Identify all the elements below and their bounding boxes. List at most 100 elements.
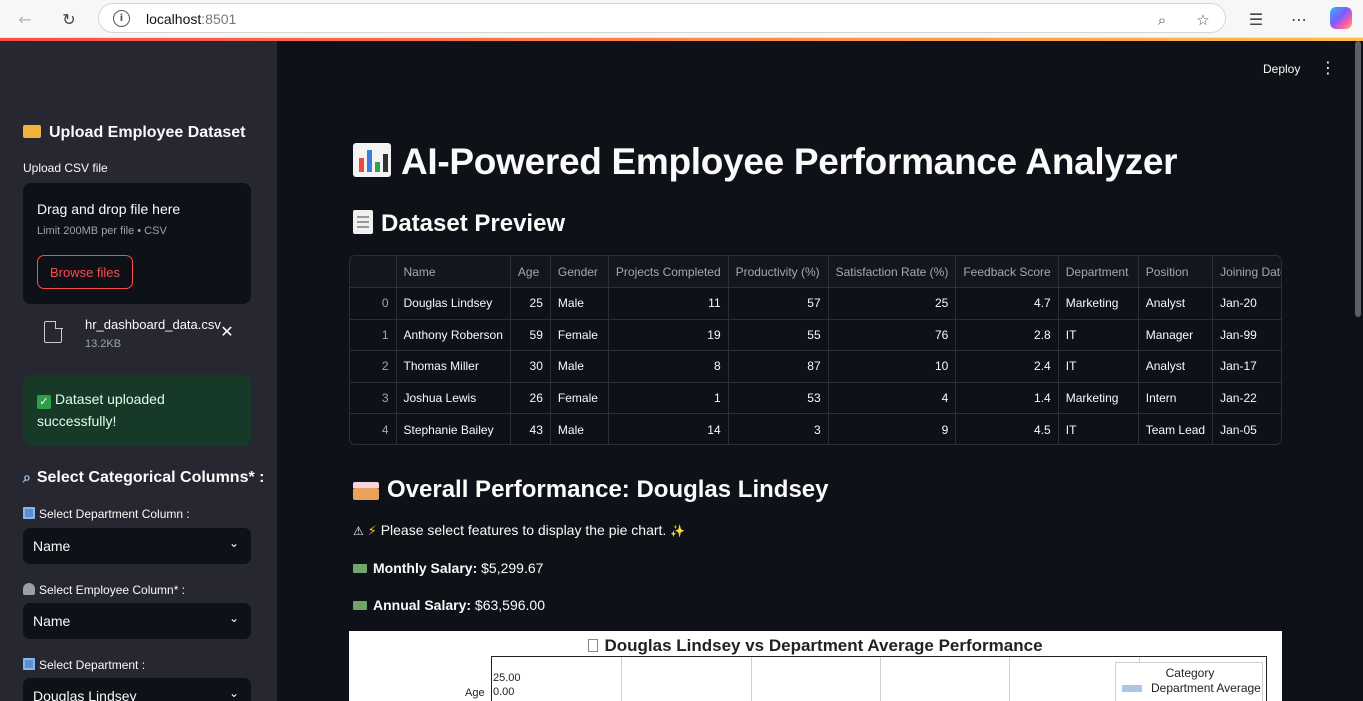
- column-header[interactable]: Position: [1138, 256, 1214, 288]
- favorite-star-icon[interactable]: ☆: [1193, 10, 1213, 30]
- table-cell[interactable]: 2.4: [955, 350, 1059, 383]
- grid-line: [621, 657, 623, 701]
- more-menu-icon[interactable]: ⋯: [1286, 6, 1312, 32]
- dataset-table[interactable]: Name Age Gender Projects Completed Productiv…: [349, 255, 1282, 445]
- table-cell[interactable]: 59: [510, 319, 551, 351]
- table-cell[interactable]: 87: [728, 350, 829, 383]
- table-cell[interactable]: Jan-22: [1212, 382, 1281, 414]
- table-cell[interactable]: Analyst: [1138, 350, 1214, 383]
- table-cell[interactable]: 9: [828, 413, 957, 444]
- column-header[interactable]: Satisfaction Rate (%): [828, 256, 957, 288]
- main-menu-icon[interactable]: ⋮: [1320, 60, 1336, 76]
- address-bar[interactable]: i localhost:8501 ⌕ ☆: [98, 3, 1226, 33]
- table-cell[interactable]: 11: [608, 287, 729, 320]
- department-select[interactable]: Douglas Lindsey ⌄: [23, 678, 251, 701]
- back-arrow-icon[interactable]: ←: [12, 6, 38, 32]
- column-header[interactable]: Joining Date: [1212, 256, 1281, 288]
- table-cell[interactable]: Jan-20: [1212, 287, 1281, 320]
- table-cell[interactable]: 53: [728, 382, 829, 414]
- table-cell[interactable]: 4.5: [955, 413, 1059, 444]
- favorites-list-icon[interactable]: ☰: [1243, 6, 1269, 32]
- column-header[interactable]: Name: [396, 256, 511, 288]
- table-cell[interactable]: Marketing: [1058, 287, 1139, 320]
- table-cell[interactable]: 43: [510, 413, 551, 444]
- column-header[interactable]: Feedback Score: [955, 256, 1059, 288]
- table-cell[interactable]: Male: [550, 413, 609, 444]
- table-row[interactable]: 1 Anthony Roberson 59 Female 19 55 76 2.8 IT Mana…: [350, 319, 1281, 351]
- zoom-icon[interactable]: ⌕: [1152, 10, 1172, 30]
- table-cell[interactable]: Female: [550, 382, 609, 414]
- table-cell[interactable]: Jan-05: [1212, 413, 1281, 444]
- department-column-select[interactable]: Name ⌄: [23, 528, 251, 564]
- table-cell[interactable]: 76: [828, 319, 957, 351]
- table-cell[interactable]: 25: [828, 287, 957, 320]
- table-cell[interactable]: 26: [510, 382, 551, 414]
- bar-chart-icon: [353, 143, 391, 177]
- table-cell[interactable]: 14: [608, 413, 729, 444]
- table-cell[interactable]: 19: [608, 319, 729, 351]
- table-cell[interactable]: Analyst: [1138, 287, 1214, 320]
- upload-label: Upload CSV file: [23, 161, 108, 175]
- table-row[interactable]: 3 Joshua Lewis 26 Female 1 53 4 1.4 Marketing Int…: [350, 382, 1281, 414]
- table-row[interactable]: 0 Douglas Lindsey 25 Male 11 57 25 4.7 Marketing…: [350, 287, 1281, 320]
- table-cell[interactable]: Marketing: [1058, 382, 1139, 414]
- table-cell[interactable]: 2.8: [955, 319, 1059, 351]
- file-size: 13.2KB: [85, 338, 122, 350]
- table-cell[interactable]: 3: [728, 413, 829, 444]
- x-tick-label: 0.00: [493, 686, 515, 698]
- row-index[interactable]: 2: [350, 350, 397, 383]
- table-cell[interactable]: Anthony Roberson: [396, 319, 511, 351]
- index-header[interactable]: [350, 256, 397, 288]
- table-cell[interactable]: 10: [828, 350, 957, 383]
- row-index[interactable]: 4: [350, 413, 397, 444]
- column-header[interactable]: Gender: [550, 256, 609, 288]
- column-header[interactable]: Projects Completed: [608, 256, 729, 288]
- column-header[interactable]: Productivity (%): [728, 256, 829, 288]
- browse-files-button[interactable]: Browse files: [37, 255, 133, 289]
- table-cell[interactable]: IT: [1058, 350, 1139, 383]
- table-cell[interactable]: 30: [510, 350, 551, 383]
- table-cell[interactable]: Douglas Lindsey: [396, 287, 511, 320]
- column-header[interactable]: Department: [1058, 256, 1139, 288]
- row-index[interactable]: 1: [350, 319, 397, 351]
- table-cell[interactable]: 55: [728, 319, 829, 351]
- table-cell[interactable]: IT: [1058, 319, 1139, 351]
- table-cell[interactable]: Male: [550, 287, 609, 320]
- reload-icon[interactable]: ↻: [56, 6, 82, 32]
- table-cell[interactable]: Thomas Miller: [396, 350, 511, 383]
- table-cell[interactable]: Intern: [1138, 382, 1214, 414]
- employee-column-select[interactable]: Name ⌄: [23, 603, 251, 639]
- table-cell[interactable]: Male: [550, 350, 609, 383]
- remove-file-icon[interactable]: ✕: [219, 322, 235, 341]
- deploy-button[interactable]: Deploy: [1263, 62, 1300, 76]
- table-cell[interactable]: 1.4: [955, 382, 1059, 414]
- scrollbar[interactable]: [1355, 41, 1361, 317]
- sidebar: Upload Employee Dataset Upload CSV file …: [0, 41, 277, 701]
- table-cell[interactable]: Manager: [1138, 319, 1214, 351]
- table-cell[interactable]: Female: [550, 319, 609, 351]
- lightning-icon: ⚡: [367, 524, 377, 539]
- streamlit-app: Upload Employee Dataset Upload CSV file …: [0, 38, 1363, 701]
- table-cell[interactable]: 4: [828, 382, 957, 414]
- table-cell[interactable]: Jan-99: [1212, 319, 1281, 351]
- table-cell[interactable]: 57: [728, 287, 829, 320]
- table-cell[interactable]: Joshua Lewis: [396, 382, 511, 414]
- table-row[interactable]: 2 Thomas Miller 30 Male 8 87 10 2.4 IT Analyst Jan…: [350, 350, 1281, 383]
- row-index[interactable]: 0: [350, 287, 397, 320]
- legend-title: Category: [1165, 666, 1215, 680]
- table-cell[interactable]: 25: [510, 287, 551, 320]
- table-row[interactable]: 4 Stephanie Bailey 43 Male 14 3 9 4.5 IT Team Lea…: [350, 413, 1281, 444]
- file-dropzone[interactable]: Drag and drop file here Limit 200MB per …: [23, 183, 251, 304]
- site-info-icon[interactable]: i: [113, 10, 130, 27]
- row-index[interactable]: 3: [350, 382, 397, 414]
- table-cell[interactable]: Jan-17: [1212, 350, 1281, 383]
- table-cell[interactable]: Stephanie Bailey: [396, 413, 511, 444]
- table-cell[interactable]: 8: [608, 350, 729, 383]
- missing-glyph-icon: [588, 639, 599, 652]
- column-header[interactable]: Age: [510, 256, 551, 288]
- table-cell[interactable]: IT: [1058, 413, 1139, 444]
- table-cell[interactable]: Team Lead: [1138, 413, 1214, 444]
- table-cell[interactable]: 1: [608, 382, 729, 414]
- copilot-icon[interactable]: [1330, 7, 1352, 29]
- table-cell[interactable]: 4.7: [955, 287, 1059, 320]
